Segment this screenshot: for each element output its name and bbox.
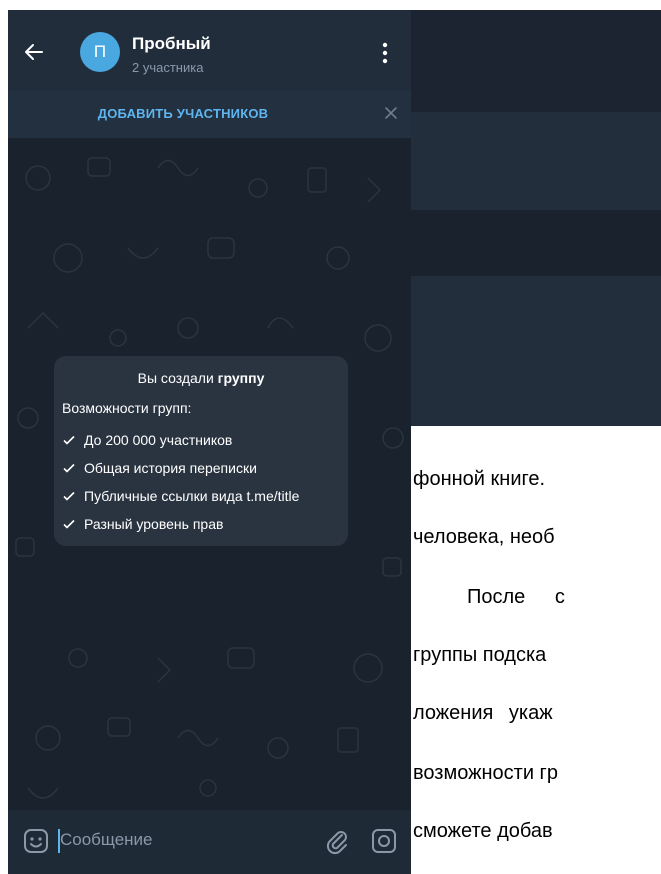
check-icon	[63, 435, 75, 445]
members-count: 2 участника	[132, 60, 204, 75]
check-icon	[63, 463, 75, 473]
close-icon[interactable]	[382, 104, 400, 122]
doc-line: человека, необ	[413, 526, 555, 548]
side-panel-fourth	[411, 276, 661, 426]
card-title-bold: группу	[217, 370, 265, 386]
feature-text: До 200 000 участников	[84, 432, 233, 448]
paperclip-icon[interactable]	[324, 827, 350, 855]
document-text: фонной книге. человека, необ После с гру…	[411, 426, 661, 874]
feature-text: Разный уровень прав	[84, 516, 224, 532]
check-icon	[63, 491, 75, 501]
chat-title[interactable]: Пробный	[132, 34, 211, 54]
telegram-phone-screen: П Пробный 2 участника ДОБАВИТЬ УЧАСТНИКО…	[8, 10, 411, 874]
side-panel-top	[411, 10, 661, 112]
camera-icon[interactable]	[370, 827, 398, 855]
feature-item: Публичные ссылки вида t.me/title	[62, 488, 299, 504]
card-title-text: Вы создали	[137, 370, 218, 386]
feature-item: До 200 000 участников	[62, 432, 232, 448]
doc-line: сможете добав	[413, 820, 553, 842]
sticker-icon[interactable]	[22, 827, 50, 855]
more-vert-icon[interactable]	[379, 42, 391, 64]
group-created-info-card: Вы создали группу Возможности групп: До …	[54, 356, 348, 546]
feature-text: Публичные ссылки вида t.me/title	[84, 488, 300, 504]
doc-line: После с	[467, 586, 565, 608]
doc-line: возможности гр	[413, 762, 558, 784]
feature-text: Общая история переписки	[84, 460, 257, 476]
card-title: Вы создали группу	[54, 370, 348, 386]
doc-line: фонной книге.	[413, 468, 546, 490]
feature-item: Общая история переписки	[62, 460, 257, 476]
add-members-bar: ДОБАВИТЬ УЧАСТНИКОВ	[8, 90, 411, 138]
card-subtitle: Возможности групп:	[62, 400, 192, 416]
check-icon	[63, 519, 75, 529]
message-input[interactable]: Сообщение	[60, 830, 153, 850]
add-members-button[interactable]: ДОБАВИТЬ УЧАСТНИКОВ	[8, 106, 358, 121]
message-composer: Сообщение	[8, 810, 411, 874]
back-arrow-icon[interactable]	[22, 40, 46, 64]
doc-line: группы подска	[413, 644, 547, 666]
chat-header: П Пробный 2 участника	[8, 10, 411, 90]
doc-line: ложения укаж	[413, 702, 553, 724]
group-avatar[interactable]: П	[80, 32, 120, 72]
side-panel-second	[411, 112, 661, 210]
feature-item: Разный уровень прав	[62, 516, 223, 532]
side-panel-third	[411, 210, 661, 276]
